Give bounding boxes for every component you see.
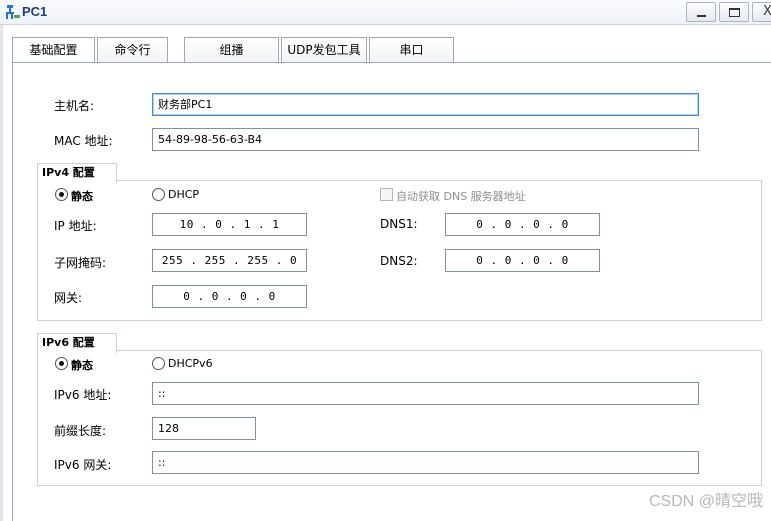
hostname-label: 主机名: bbox=[54, 99, 95, 113]
tab-serial[interactable]: 串口 bbox=[369, 37, 454, 63]
tab-multicast[interactable]: 组播 bbox=[184, 37, 279, 63]
mac-label: MAC 地址: bbox=[54, 134, 113, 148]
ipv6-dhcp-label: DHCPv6 bbox=[168, 357, 213, 370]
ipv6-group-title: IPv6 配置 bbox=[37, 333, 117, 353]
dns2-label: DNS2: bbox=[380, 254, 418, 268]
auto-dns-checkbox[interactable] bbox=[380, 188, 393, 201]
subnet-mask-input[interactable]: 255 . 255 . 255 . 0 bbox=[152, 249, 307, 272]
dns2-input[interactable]: 0 . 0 . 0 . 0 bbox=[445, 249, 600, 272]
mac-address-field[interactable]: 54-89-98-56-63-B4 bbox=[152, 128, 699, 151]
ipv6-static-label: 静态 bbox=[71, 359, 93, 372]
subnet-mask-label: 子网掩码: bbox=[54, 256, 107, 270]
ipv6-address-input[interactable]: :: bbox=[152, 382, 699, 405]
auto-dns-label: 自动获取 DNS 服务器地址 bbox=[396, 190, 526, 203]
ipv4-dhcp-radio[interactable] bbox=[152, 188, 165, 201]
close-icon: X bbox=[763, 4, 771, 19]
prefix-length-label: 前缀长度: bbox=[54, 424, 107, 438]
maximize-button[interactable] bbox=[719, 2, 749, 22]
maximize-icon bbox=[729, 8, 740, 17]
ipv4-group-title: IPv4 配置 bbox=[37, 163, 117, 183]
ipv6-address-label: IPv6 地址: bbox=[54, 388, 112, 402]
ip-address-label: IP 地址: bbox=[54, 219, 97, 233]
window-title: PC1 bbox=[22, 4, 48, 19]
ipv4-dhcp-label: DHCP bbox=[168, 188, 200, 201]
title-bar[interactable]: PC1 X bbox=[0, 0, 771, 25]
tab-udp-tool[interactable]: UDP发包工具 bbox=[281, 37, 367, 63]
tab-command-line[interactable]: 命令行 bbox=[97, 37, 168, 63]
ipv6-static-radio[interactable] bbox=[55, 357, 68, 370]
gateway-label: 网关: bbox=[54, 291, 83, 305]
dns1-input[interactable]: 0 . 0 . 0 . 0 bbox=[445, 213, 600, 236]
ip-address-input[interactable]: 10 . 0 . 1 . 1 bbox=[152, 213, 307, 236]
window-left-border bbox=[0, 25, 3, 521]
prefix-length-input[interactable]: 128 bbox=[152, 417, 256, 440]
ipv4-static-label: 静态 bbox=[71, 190, 93, 203]
close-button[interactable]: X bbox=[752, 2, 771, 22]
watermark-text: CSDN @晴空哦 bbox=[648, 493, 763, 510]
tab-basic-config[interactable]: 基础配置 bbox=[12, 37, 95, 64]
basic-config-panel: 主机名: 财务部PC1 MAC 地址: 54-89-98-56-63-B4 IP… bbox=[12, 62, 771, 521]
ipv4-static-radio[interactable] bbox=[55, 188, 68, 201]
pc-network-icon bbox=[5, 4, 21, 20]
minimize-icon bbox=[697, 15, 706, 17]
minimize-button[interactable] bbox=[686, 2, 716, 22]
ipv6-gateway-label: IPv6 网关: bbox=[54, 458, 112, 472]
gateway-input[interactable]: 0 . 0 . 0 . 0 bbox=[152, 285, 307, 308]
hostname-input[interactable]: 财务部PC1 bbox=[152, 93, 699, 116]
dns1-label: DNS1: bbox=[380, 217, 418, 231]
pc-config-window: PC1 X 基础配置 命令行 组播 UDP发包工具 串口 主机名: 财务部PC1… bbox=[0, 0, 771, 521]
ipv6-dhcp-radio[interactable] bbox=[152, 357, 165, 370]
ipv6-gateway-input[interactable]: :: bbox=[152, 451, 699, 474]
